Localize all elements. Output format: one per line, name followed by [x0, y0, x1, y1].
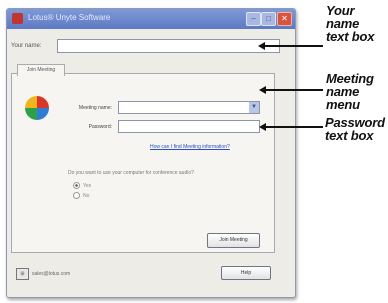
radio-yes[interactable]	[73, 182, 80, 189]
arrow-head-icon	[258, 42, 265, 50]
callout-line: menu	[326, 97, 360, 112]
maximize-button[interactable]: □	[261, 12, 276, 26]
audio-yes-label: Yes	[83, 182, 92, 189]
help-button[interactable]: Help	[221, 266, 271, 280]
audio-yes-option[interactable]: Yes	[73, 182, 91, 189]
title-bar[interactable]: Lotus® Unyte Software – □ ✕	[7, 9, 295, 29]
audio-no-label: No	[83, 192, 90, 199]
callout-password: Password text box	[325, 116, 385, 142]
arrow-head-icon	[259, 86, 266, 94]
your-name-label: Your name:	[11, 43, 42, 49]
computer-icon: ⊞	[16, 268, 29, 280]
close-button[interactable]: ✕	[277, 12, 292, 26]
callout-your-name: Your name text box	[326, 4, 374, 43]
callout-line: text box	[325, 128, 374, 143]
your-name-input[interactable]	[57, 39, 280, 53]
footer-status-text: sales@lotus.com	[32, 271, 71, 277]
password-label: Password:	[88, 124, 112, 130]
callout-arrow	[266, 126, 323, 128]
callout-line: text box	[326, 29, 375, 44]
callout-arrow	[266, 89, 323, 91]
minimize-button[interactable]: –	[246, 12, 261, 26]
meeting-name-label: Meeting name:	[78, 105, 112, 111]
chevron-down-icon[interactable]: ▼	[249, 102, 259, 113]
app-logo-icon	[25, 96, 49, 120]
callout-meeting-name: Meeting name menu	[326, 72, 374, 111]
join-meeting-panel	[11, 73, 275, 253]
app-icon	[12, 13, 23, 24]
password-input[interactable]	[118, 120, 260, 133]
radio-no[interactable]	[73, 192, 80, 199]
window-title: Lotus® Unyte Software	[28, 13, 111, 22]
meeting-info-link[interactable]: How can I find Meeting information?	[150, 144, 230, 150]
callout-arrow	[265, 45, 323, 47]
audio-question: Do you want to use your computer for con…	[68, 170, 194, 176]
arrow-head-icon	[259, 123, 266, 131]
join-meeting-button[interactable]: Join Meeting	[207, 233, 260, 248]
meeting-name-menu[interactable]: ▼	[118, 101, 260, 114]
audio-no-option[interactable]: No	[73, 192, 89, 199]
tab-join-meeting[interactable]: Join Meeting	[17, 64, 65, 76]
